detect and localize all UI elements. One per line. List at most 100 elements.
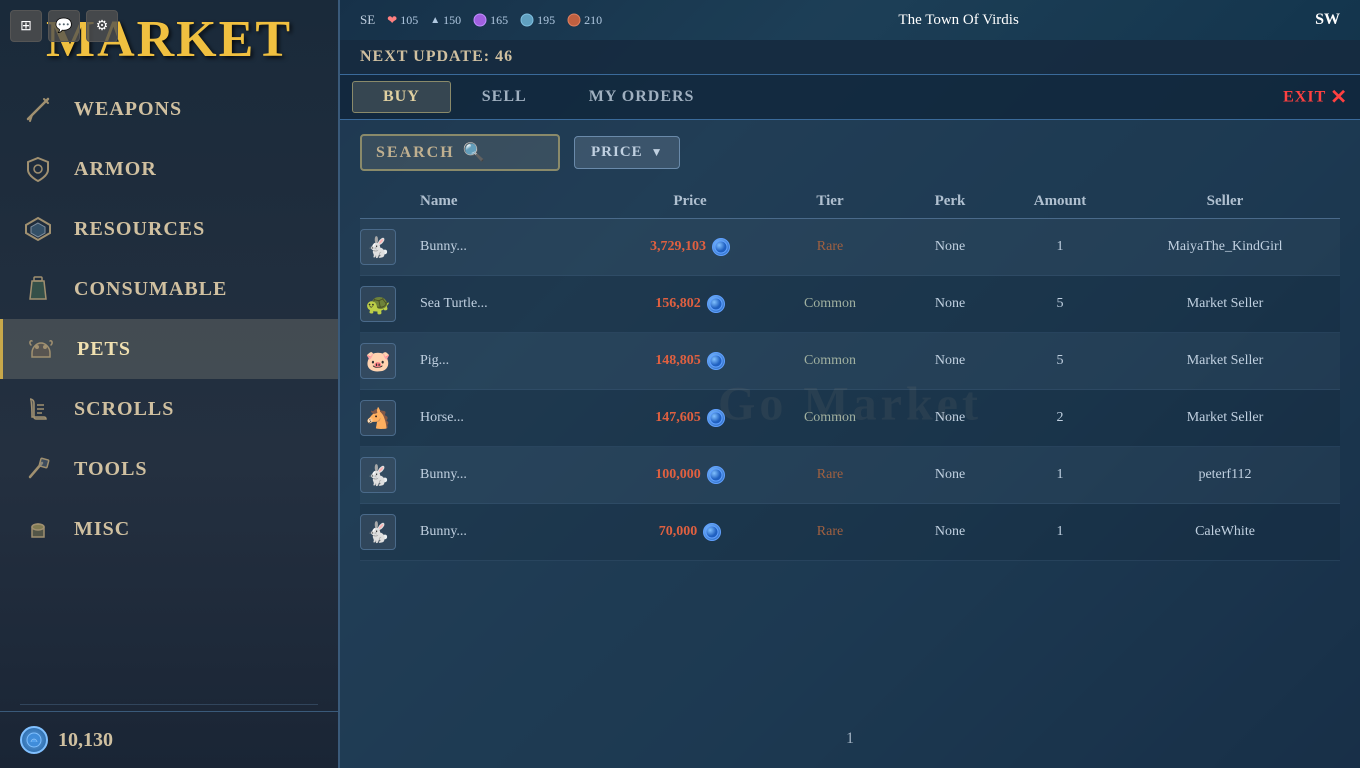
search-label: SEARCH [376, 144, 455, 162]
cell-tier: Rare [770, 235, 890, 259]
exit-x-icon: ✕ [1330, 85, 1348, 110]
sidebar-top-icons: ⊞ 💬 ⚙ [10, 10, 118, 42]
hud-direction: SE [360, 12, 375, 28]
tab-my-orders[interactable]: MY ORDERS [558, 81, 726, 113]
cell-seller: MaiyaThe_KindGirl [1110, 235, 1340, 259]
pets-label: PETS [77, 338, 131, 361]
consumable-icon [20, 271, 56, 307]
cell-perk: None [890, 463, 1010, 487]
cell-tier: Common [770, 406, 890, 430]
cell-seller: Market Seller [1110, 292, 1340, 316]
pagination: 1 [846, 730, 854, 748]
hud-stat-1: ❤ 105 [387, 13, 418, 28]
cell-amount: 1 [1010, 520, 1110, 544]
sidebar-item-resources[interactable]: RESOURCES [0, 199, 338, 259]
table-row[interactable]: 🐢 Sea Turtle... 156,802 Common None 5 [360, 276, 1340, 333]
hud-compass: SW [1315, 11, 1340, 29]
search-icon: 🔍 [463, 142, 485, 163]
table-header: Name Price Tier Perk Amount Seller [360, 185, 1340, 219]
cell-seller: peterf112 [1110, 463, 1340, 487]
table-row[interactable]: 🐇 Bunny... 100,000 Rare None 1 peterf [360, 447, 1340, 504]
item-icon: 🐷 [360, 343, 396, 379]
cell-name: Sea Turtle... [410, 292, 610, 316]
cell-perk: None [890, 235, 1010, 259]
cell-name: Bunny... [410, 235, 610, 259]
nav-items: WEAPONS ARMOR RESOURCES [0, 74, 338, 698]
sidebar: ⊞ 💬 ⚙ MARKET WEAPONS ARMOR [0, 0, 340, 768]
cell-price: 148,805 [610, 348, 770, 374]
roblox-icon-btn[interactable]: ⊞ [10, 10, 42, 42]
sidebar-item-scrolls[interactable]: SCROLLS [0, 379, 338, 439]
col-icon [360, 193, 410, 210]
cell-price: 3,729,103 [610, 234, 770, 260]
col-price: Price [610, 193, 770, 210]
coin-icon [707, 409, 725, 427]
sidebar-item-pets[interactable]: PETS [0, 319, 338, 379]
price-value: 100,000 [655, 467, 701, 483]
cell-seller: Market Seller [1110, 349, 1340, 373]
coin-icon [707, 466, 725, 484]
cell-icon: 🐇 [360, 510, 410, 554]
misc-icon [20, 511, 56, 547]
table-row[interactable]: 🐷 Pig... 148,805 Common None 5 Market [360, 333, 1340, 390]
resources-icon [20, 211, 56, 247]
cell-perk: None [890, 520, 1010, 544]
sidebar-item-armor[interactable]: ARMOR [0, 139, 338, 199]
cell-icon: 🐷 [360, 339, 410, 383]
page-number: 1 [846, 730, 854, 747]
cell-icon: 🐴 [360, 396, 410, 440]
hud-stat-4: 195 [520, 13, 555, 28]
cell-amount: 5 [1010, 292, 1110, 316]
col-name: Name [410, 193, 610, 210]
sidebar-item-misc[interactable]: MISC [0, 499, 338, 559]
scrolls-icon [20, 391, 56, 427]
coin-icon [712, 238, 730, 256]
price-value: 148,805 [655, 353, 701, 369]
chat-icon-btn[interactable]: 💬 [48, 10, 80, 42]
item-icon: 🐴 [360, 400, 396, 436]
settings-icon-btn[interactable]: ⚙ [86, 10, 118, 42]
sidebar-item-consumable[interactable]: CONSUMABLE [0, 259, 338, 319]
search-box[interactable]: SEARCH 🔍 [360, 134, 560, 171]
table-row[interactable]: 🐇 Bunny... 3,729,103 Rare None 1 Maiy [360, 219, 1340, 276]
item-icon: 🐢 [360, 286, 396, 322]
price-filter-button[interactable]: PRICE ▼ [574, 136, 680, 169]
consumable-label: CONSUMABLE [74, 278, 227, 301]
hud-stats: SE ❤ 105 ▲ 150 165 195 210 [360, 12, 602, 28]
table-body: 🐇 Bunny... 3,729,103 Rare None 1 Maiy [360, 219, 1340, 561]
tab-sell[interactable]: SELL [451, 81, 558, 113]
table-row[interactable]: 🐴 Horse... 147,605 Common None 2 Mark [360, 390, 1340, 447]
tab-buy[interactable]: BUY [352, 81, 451, 113]
coin-icon [703, 523, 721, 541]
cell-name: Bunny... [410, 520, 610, 544]
tools-label: TOOLS [74, 458, 148, 481]
sidebar-item-tools[interactable]: TOOLS [0, 439, 338, 499]
cell-price: 147,605 [610, 405, 770, 431]
cell-amount: 5 [1010, 349, 1110, 373]
weapons-icon [20, 91, 56, 127]
col-tier: Tier [770, 193, 890, 210]
item-icon: 🐇 [360, 229, 396, 265]
armor-icon [20, 151, 56, 187]
cell-amount: 2 [1010, 406, 1110, 430]
table-container: Go Market Name Price Tier Perk Amount Se… [340, 185, 1360, 561]
weapons-label: WEAPONS [74, 98, 182, 121]
cell-icon: 🐇 [360, 225, 410, 269]
sidebar-item-weapons[interactable]: WEAPONS [0, 79, 338, 139]
cell-price: 70,000 [610, 519, 770, 545]
cell-perk: None [890, 349, 1010, 373]
hud-stat-3: 165 [473, 13, 508, 28]
cell-name: Pig... [410, 349, 610, 373]
table-row[interactable]: 🐇 Bunny... 70,000 Rare None 1 CaleWhi [360, 504, 1340, 561]
exit-label: EXIT [1283, 88, 1326, 106]
cell-price: 156,802 [610, 291, 770, 317]
item-icon: 🐇 [360, 457, 396, 493]
cell-perk: None [890, 406, 1010, 430]
pets-icon [23, 331, 59, 367]
col-perk: Perk [890, 193, 1010, 210]
cell-icon: 🐢 [360, 282, 410, 326]
armor-label: ARMOR [74, 158, 157, 181]
exit-button[interactable]: EXIT ✕ [1283, 85, 1348, 110]
col-seller: Seller [1110, 193, 1340, 210]
cell-tier: Common [770, 292, 890, 316]
